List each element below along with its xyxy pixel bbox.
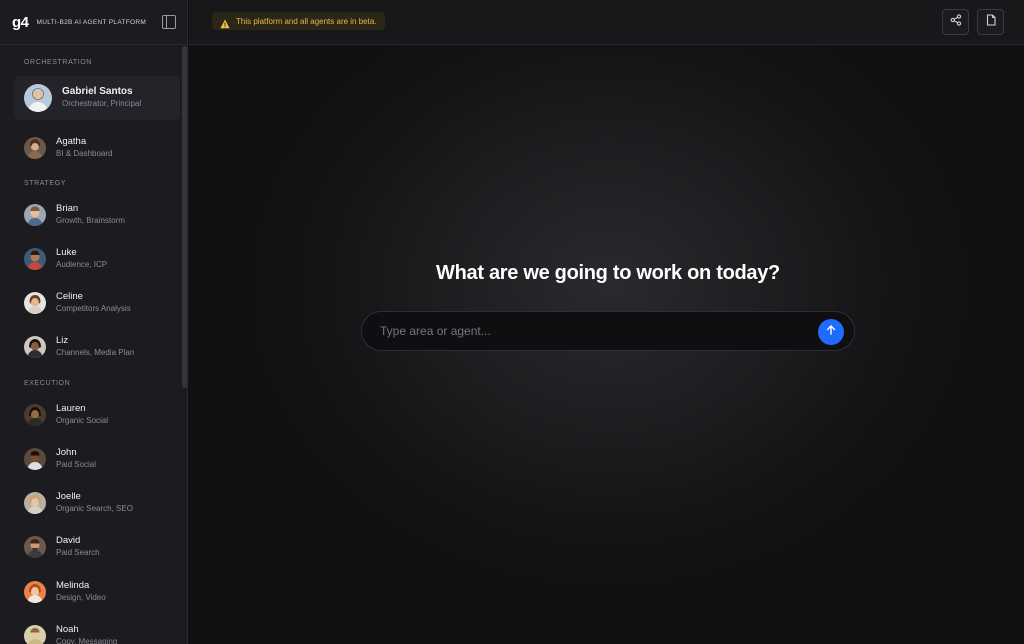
agent-role: Copy, Messaging bbox=[56, 637, 118, 644]
agent-role: Orchestrator, Principal bbox=[62, 99, 142, 108]
share-button[interactable] bbox=[942, 9, 969, 35]
top-bar: This platform and all agents are in beta… bbox=[189, 0, 1024, 45]
agent-name: Agatha bbox=[56, 136, 87, 147]
sidebar-item-john[interactable]: John Paid Social bbox=[14, 441, 180, 477]
agent-role: Organic Search, SEO bbox=[56, 504, 133, 513]
section-label-orchestration: ORCHESTRATION bbox=[24, 59, 92, 66]
sidebar-item-luke[interactable]: Luke Audience, ICP bbox=[14, 241, 180, 277]
warning-icon bbox=[220, 16, 230, 29]
brand: g4 MULTI-B2B AI AGENT PLATFORM bbox=[0, 0, 187, 44]
avatar bbox=[24, 248, 46, 270]
avatar bbox=[24, 492, 46, 514]
avatar bbox=[24, 204, 46, 226]
beta-notice-text: This platform and all agents are in beta… bbox=[236, 16, 377, 26]
avatar bbox=[24, 536, 46, 558]
agent-name: Noah bbox=[56, 624, 79, 635]
brand-logo: g4 bbox=[12, 13, 29, 31]
agent-name: Liz bbox=[56, 335, 69, 346]
section-label-execution: EXECUTION bbox=[24, 380, 71, 387]
agent-role: Design, Video bbox=[56, 593, 106, 602]
document-button[interactable] bbox=[977, 9, 1004, 35]
sidebar-item-brian[interactable]: Brian Growth, Brainstorm bbox=[14, 197, 180, 233]
brand-name: MULTI-B2B AI AGENT PLATFORM bbox=[36, 18, 147, 26]
agent-name: Luke bbox=[56, 247, 77, 258]
send-button[interactable] bbox=[818, 319, 844, 345]
sidebar-item-melinda[interactable]: Melinda Design, Video bbox=[14, 574, 180, 610]
sidebar-item-david[interactable]: David Paid Search bbox=[14, 529, 180, 565]
arrow-up-icon bbox=[825, 323, 837, 341]
main-area: What are we going to work on today? bbox=[189, 46, 1024, 644]
agent-name: Lauren bbox=[56, 403, 86, 414]
sidebar-toggle-icon[interactable] bbox=[162, 15, 176, 29]
avatar bbox=[24, 448, 46, 470]
agent-role: Audience, ICP bbox=[56, 260, 108, 269]
agent-name: Gabriel Santos bbox=[62, 86, 133, 97]
page-title: What are we going to work on today? bbox=[436, 262, 780, 284]
sidebar-item-noah[interactable]: Noah Copy, Messaging bbox=[14, 618, 180, 644]
beta-notice: This platform and all agents are in beta… bbox=[212, 12, 385, 30]
sidebar-item-joelle[interactable]: Joelle Organic Search, SEO bbox=[14, 485, 180, 521]
agent-role: Competitors Analysis bbox=[56, 304, 131, 313]
agent-role: Paid Social bbox=[56, 460, 97, 469]
agent-role: BI & Dashboard bbox=[56, 149, 113, 158]
avatar bbox=[24, 137, 46, 159]
agent-role: Channels, Media Plan bbox=[56, 348, 135, 357]
avatar bbox=[24, 84, 52, 112]
agent-role: Paid Search bbox=[56, 548, 100, 557]
avatar bbox=[24, 581, 46, 603]
sidebar: g4 MULTI-B2B AI AGENT PLATFORM ORCHESTRA… bbox=[0, 0, 188, 644]
avatar bbox=[24, 625, 46, 644]
agent-name: Brian bbox=[56, 203, 79, 214]
agent-role: Growth, Brainstorm bbox=[56, 216, 125, 225]
agent-name: Celine bbox=[56, 291, 83, 302]
sidebar-item-liz[interactable]: Liz Channels, Media Plan bbox=[14, 329, 180, 365]
sidebar-item-gabriel-santos[interactable]: Gabriel Santos Orchestrator, Principal bbox=[14, 76, 180, 120]
agent-name: John bbox=[56, 447, 77, 458]
document-icon bbox=[985, 13, 997, 31]
app-window: g4 MULTI-B2B AI AGENT PLATFORM ORCHESTRA… bbox=[0, 0, 1024, 644]
agent-name: David bbox=[56, 535, 81, 546]
divider bbox=[0, 44, 187, 45]
search-bar bbox=[361, 311, 855, 351]
sidebar-item-agatha[interactable]: Agatha BI & Dashboard bbox=[14, 130, 180, 166]
sidebar-scrollbar[interactable] bbox=[182, 46, 187, 388]
agent-name: Joelle bbox=[56, 491, 81, 502]
agent-name: Melinda bbox=[56, 580, 90, 591]
sidebar-item-lauren[interactable]: Lauren Organic Social bbox=[14, 397, 180, 433]
share-icon bbox=[950, 13, 962, 31]
agent-role: Organic Social bbox=[56, 416, 109, 425]
sidebar-item-celine[interactable]: Celine Competitors Analysis bbox=[14, 285, 180, 321]
avatar bbox=[24, 336, 46, 358]
avatar bbox=[24, 404, 46, 426]
avatar bbox=[24, 292, 46, 314]
search-input[interactable] bbox=[380, 312, 800, 350]
section-label-strategy: STRATEGY bbox=[24, 180, 67, 187]
